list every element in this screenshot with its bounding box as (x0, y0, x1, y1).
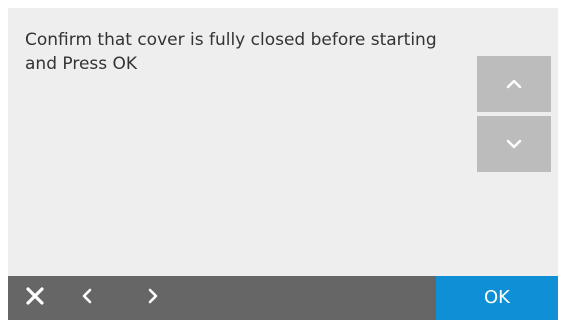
back-button[interactable] (74, 276, 100, 320)
chevron-right-icon (148, 288, 158, 308)
close-icon (25, 286, 45, 310)
forward-button[interactable] (140, 276, 166, 320)
message-text: Confirm that cover is fully closed befor… (25, 30, 437, 74)
dialog-screen: Confirm that cover is fully closed befor… (8, 8, 558, 320)
scroll-up-button[interactable] (477, 56, 551, 112)
chevron-up-icon (506, 79, 522, 89)
scroll-down-button[interactable] (477, 116, 551, 172)
chevron-down-icon (506, 139, 522, 149)
ok-button[interactable]: OK (436, 276, 558, 320)
bottom-action-bar: OK (8, 276, 558, 320)
close-button[interactable] (20, 276, 50, 320)
chevron-left-icon (82, 288, 92, 308)
